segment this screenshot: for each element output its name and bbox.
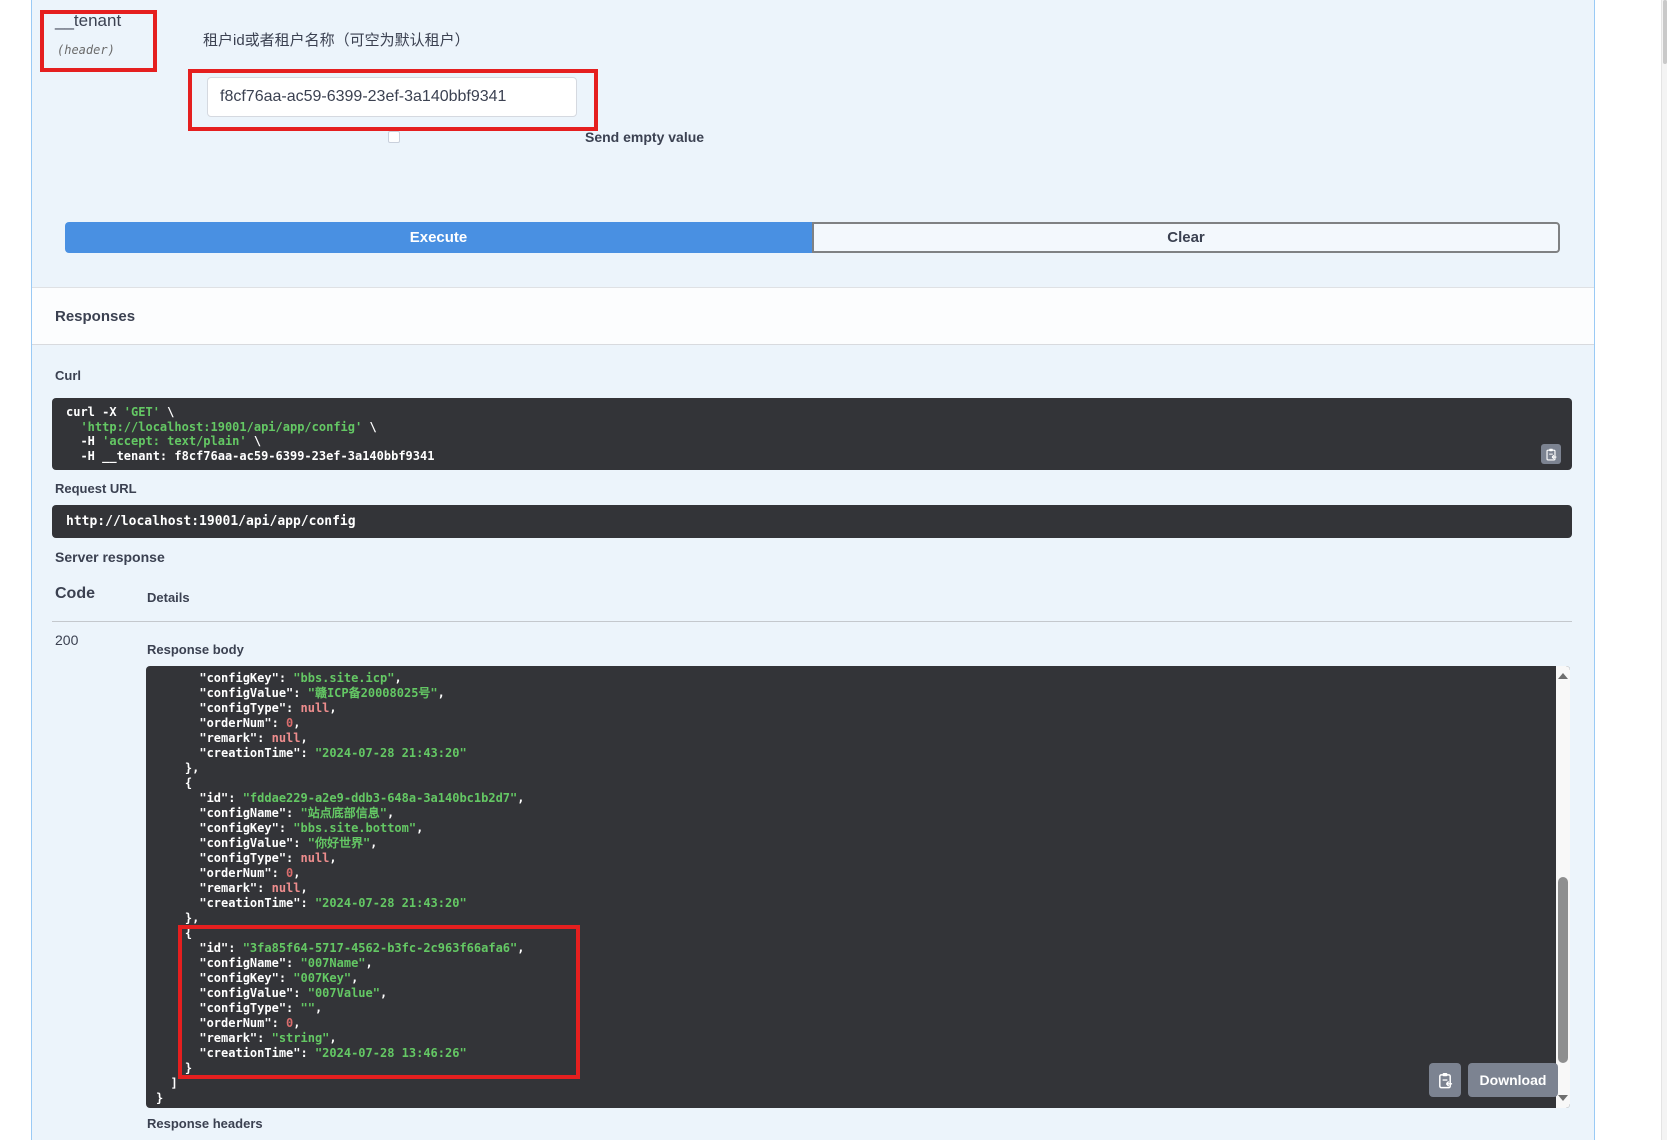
swagger-operation-panel: Responses __tenant (header) 租户id或者租户名称（可… bbox=[0, 0, 1667, 1140]
page-scrollbar[interactable] bbox=[1661, 0, 1667, 1140]
response-body-scrollbar[interactable] bbox=[1556, 666, 1570, 1108]
status-code: 200 bbox=[55, 632, 78, 648]
curl-label: Curl bbox=[55, 368, 81, 383]
curl-code-block: curl -X 'GET' \ 'http://localhost:19001/… bbox=[52, 398, 1572, 470]
parameter-name: __tenant bbox=[55, 11, 121, 31]
table-divider bbox=[52, 621, 1572, 622]
scrollbar-thumb[interactable] bbox=[1558, 877, 1568, 1063]
page-scrollbar-thumb[interactable] bbox=[1663, 0, 1667, 64]
clear-button[interactable]: Clear bbox=[812, 222, 1560, 253]
details-column-header: Details bbox=[147, 590, 190, 605]
opblock-left-border bbox=[31, 0, 32, 1140]
copy-curl-button[interactable] bbox=[1541, 444, 1561, 464]
code-column-header: Code bbox=[55, 585, 95, 603]
parameter-description: 租户id或者租户名称（可空为默认租户） bbox=[203, 29, 470, 50]
request-url-label: Request URL bbox=[55, 481, 137, 496]
execute-button[interactable]: Execute bbox=[65, 222, 812, 253]
scroll-down-icon[interactable] bbox=[1558, 1095, 1568, 1101]
copy-response-button[interactable] bbox=[1429, 1063, 1461, 1097]
responses-section-header: Responses bbox=[32, 287, 1594, 345]
response-headers-label: Response headers bbox=[147, 1116, 263, 1131]
response-body-json: "configKey": "bbs.site.icp", "configValu… bbox=[156, 671, 1544, 1106]
responses-title: Responses bbox=[55, 308, 135, 325]
opblock-right-border bbox=[1594, 0, 1595, 1140]
request-url-value: http://localhost:19001/api/app/config bbox=[52, 505, 1572, 538]
response-body-code: "configKey": "bbs.site.icp", "configValu… bbox=[146, 666, 1570, 1108]
server-response-label: Server response bbox=[55, 549, 165, 565]
send-empty-value-label: Send empty value bbox=[585, 129, 704, 145]
clipboard-copy-icon bbox=[1437, 1072, 1453, 1089]
scroll-up-icon[interactable] bbox=[1558, 673, 1568, 679]
clipboard-copy-icon bbox=[1545, 448, 1557, 461]
send-empty-value-checkbox[interactable] bbox=[388, 131, 400, 143]
tenant-input[interactable] bbox=[207, 77, 577, 117]
parameter-location: (header) bbox=[57, 43, 115, 57]
download-button[interactable]: Download bbox=[1468, 1063, 1558, 1097]
response-body-label: Response body bbox=[147, 642, 244, 657]
